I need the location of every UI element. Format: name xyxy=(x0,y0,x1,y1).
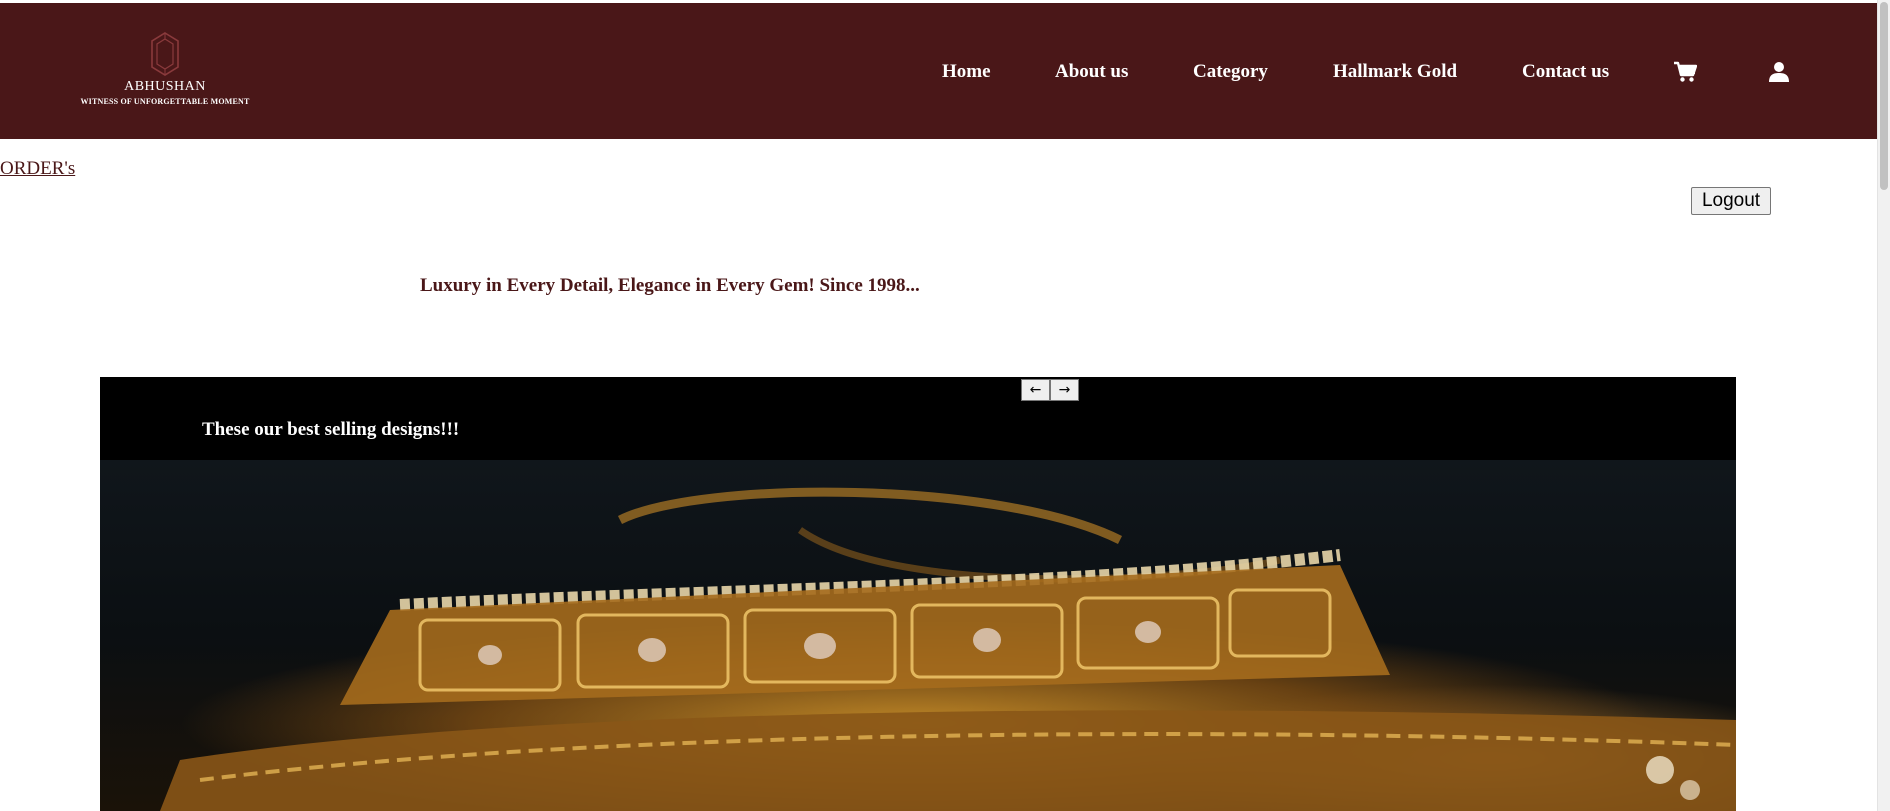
slogan-text: Luxury in Every Detail, Elegance in Ever… xyxy=(420,275,920,296)
orders-link[interactable]: ORDER's xyxy=(0,158,75,180)
best-sellers-carousel: ← → These our best selling designs!!! xyxy=(100,377,1736,811)
main-nav: Home About us Category Hallmark Gold Con… xyxy=(0,61,1878,87)
nav-about-link[interactable]: About us xyxy=(1055,61,1128,83)
logout-button[interactable]: Logout xyxy=(1691,187,1771,215)
nav-hallmark-gold-link[interactable]: Hallmark Gold xyxy=(1333,61,1457,83)
carousel-controls: ← → xyxy=(1021,379,1079,401)
vertical-scrollbar[interactable] xyxy=(1877,0,1890,811)
nav-contact-link[interactable]: Contact us xyxy=(1522,61,1609,83)
carousel-prev-button[interactable]: ← xyxy=(1021,379,1050,401)
nav-category-link[interactable]: Category xyxy=(1193,61,1268,83)
carousel-next-button[interactable]: → xyxy=(1050,379,1079,401)
carousel-slide-image[interactable] xyxy=(100,460,1736,811)
nav-home-link[interactable]: Home xyxy=(942,61,991,83)
scrollbar-thumb[interactable] xyxy=(1880,2,1888,190)
carousel-heading: These our best selling designs!!! xyxy=(202,419,460,440)
user-icon[interactable] xyxy=(1768,61,1792,85)
necklace-image-illustration xyxy=(160,487,1736,811)
site-header: ABHUSHAN WITNESS OF UNFORGETTABLE MOMENT… xyxy=(0,3,1878,139)
brand-tagline: WITNESS OF UNFORGETTABLE MOMENT xyxy=(80,97,250,106)
cart-icon[interactable] xyxy=(1673,61,1698,85)
page: ABHUSHAN WITNESS OF UNFORGETTABLE MOMENT… xyxy=(0,0,1890,811)
